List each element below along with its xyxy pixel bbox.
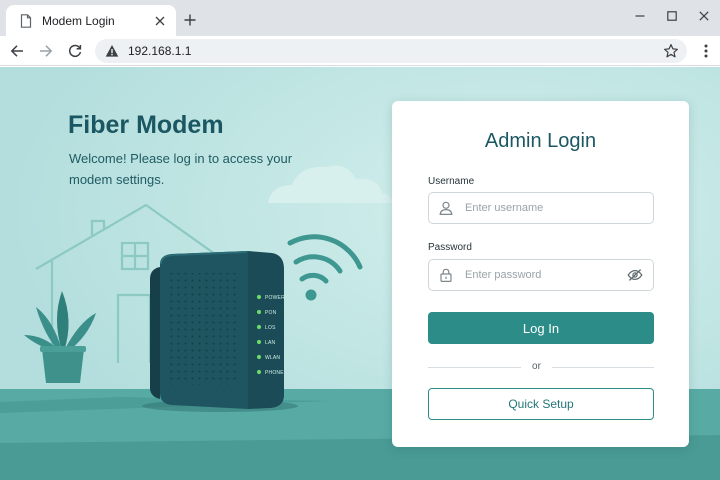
- maximize-icon: [667, 11, 677, 21]
- arrow-left-icon: [10, 44, 24, 58]
- eye-off-icon[interactable]: [627, 268, 643, 282]
- page-content: POWER PON LOS LAN WLAN PHONE Fiber Modem…: [0, 67, 720, 480]
- page-icon: [20, 13, 32, 28]
- minimize-button[interactable]: [629, 6, 651, 26]
- window-close-button[interactable]: [693, 6, 715, 26]
- login-title: Admin Login: [484, 130, 597, 152]
- close-icon: [699, 11, 709, 21]
- star-icon[interactable]: [663, 43, 679, 59]
- modem-illustration: [142, 251, 298, 412]
- warning-icon[interactable]: [105, 44, 119, 58]
- maximize-button[interactable]: [661, 6, 683, 26]
- password-label: Password: [428, 242, 472, 253]
- forward-button[interactable]: [35, 40, 57, 62]
- close-icon[interactable]: [152, 13, 168, 29]
- username-input[interactable]: [465, 202, 643, 214]
- username-label: Username: [428, 176, 475, 187]
- login-card: Admin Login Username Password Log In or …: [392, 101, 689, 447]
- password-input[interactable]: [465, 269, 627, 281]
- divider-text: or: [532, 361, 541, 372]
- led-label-los: LOS: [265, 325, 276, 331]
- led-label-phone: PHONE: [265, 370, 284, 376]
- tab-title: Modem Login: [42, 13, 115, 28]
- led-label-pon: PON: [265, 310, 277, 316]
- username-field[interactable]: [428, 192, 654, 224]
- login-button[interactable]: Log In: [428, 312, 654, 344]
- back-button[interactable]: [6, 40, 28, 62]
- lock-icon: [439, 268, 453, 282]
- led-label-lan: LAN: [265, 340, 276, 346]
- password-field[interactable]: [428, 259, 654, 291]
- led-label-wlan: WLAN: [265, 355, 281, 361]
- arrow-right-icon: [39, 44, 53, 58]
- minimize-icon: [635, 11, 645, 21]
- page-title: Fiber Modem: [68, 111, 224, 139]
- plus-icon: [184, 14, 196, 26]
- browser-tab-bar: Modem Login: [0, 0, 720, 36]
- reload-button[interactable]: [64, 40, 86, 62]
- welcome-text: Welcome! Please log in to access your mo…: [69, 151, 293, 187]
- quick-setup-button[interactable]: Quick Setup: [428, 388, 654, 420]
- url-text: 192.168.1.1: [128, 44, 192, 58]
- led-label-power: POWER: [265, 295, 285, 301]
- user-icon: [439, 201, 453, 215]
- reload-icon: [68, 44, 82, 58]
- address-bar[interactable]: 192.168.1.1: [95, 39, 687, 63]
- more-vert-icon: [704, 44, 708, 58]
- browser-menu-button[interactable]: [698, 40, 714, 62]
- divider: or: [428, 361, 654, 372]
- browser-toolbar: 192.168.1.1: [0, 36, 720, 66]
- browser-tab[interactable]: Modem Login: [6, 5, 176, 36]
- new-tab-button[interactable]: [180, 10, 200, 30]
